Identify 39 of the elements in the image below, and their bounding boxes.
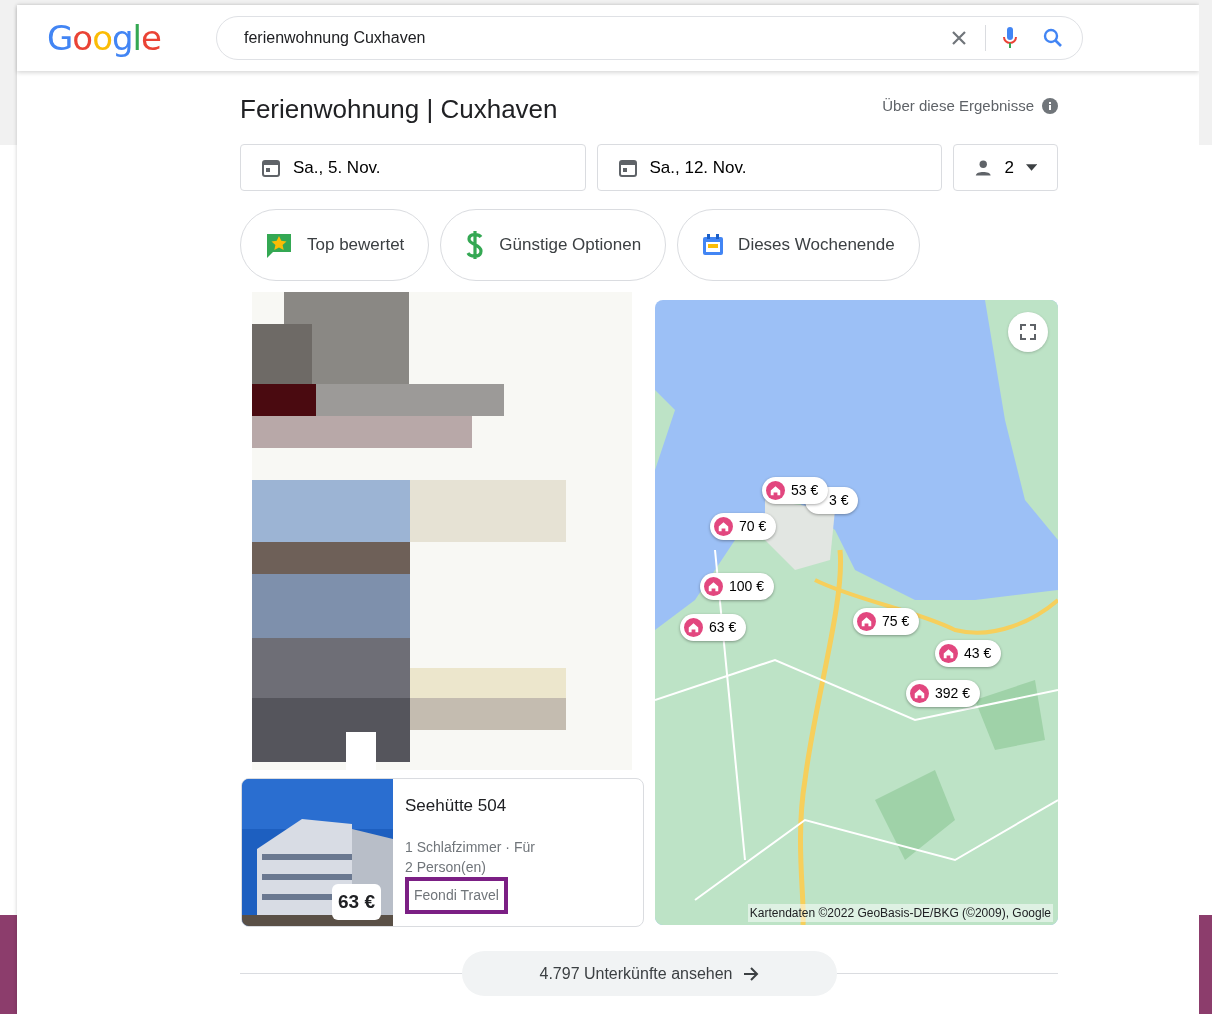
price-pin[interactable]: 392 € bbox=[906, 680, 981, 707]
house-icon bbox=[714, 517, 733, 536]
dollar-icon bbox=[465, 229, 486, 261]
results-title: Ferienwohnung | Cuxhaven bbox=[240, 94, 558, 126]
price-pin[interactable]: 100 € bbox=[700, 573, 775, 600]
search-input[interactable]: ferienwohnung Cuxhaven bbox=[242, 25, 945, 51]
filter-chip[interactable]: Dieses Wochenende bbox=[677, 209, 920, 281]
calendar-icon bbox=[702, 234, 725, 256]
provider-name: Feondi Travel bbox=[405, 876, 508, 914]
house-icon bbox=[910, 684, 929, 703]
price-pin[interactable]: 70 € bbox=[710, 513, 777, 540]
house-icon bbox=[766, 481, 785, 500]
house-icon bbox=[857, 612, 876, 631]
google-logo[interactable]: Google bbox=[47, 12, 216, 64]
about-results-link[interactable]: Über diese Ergebnisse bbox=[882, 95, 1034, 118]
price-pin[interactable]: 53 € bbox=[762, 477, 829, 504]
house-icon bbox=[939, 644, 958, 663]
price-pin[interactable]: 75 € bbox=[853, 608, 920, 635]
guests-dropdown[interactable]: 2 bbox=[953, 144, 1058, 191]
filter-chip[interactable]: Top bewertet bbox=[240, 209, 430, 281]
price-label: 63 € bbox=[332, 883, 381, 920]
more-results-button[interactable]: 4.797 Unterkünfte ansehen bbox=[461, 951, 837, 996]
filter-chip[interactable]: Günstige Optionen bbox=[440, 209, 667, 281]
listing-name: Seehütte 504 bbox=[405, 795, 507, 817]
listing-card[interactable]: 63 € Seehütte 504 1 Schlafzimmer · Für 2 Person(en) Feondi Travel bbox=[241, 778, 644, 927]
date-field[interactable]: Sa., 12. Nov. bbox=[596, 144, 942, 191]
price-pin[interactable]: 63 € bbox=[680, 614, 747, 641]
map-attribution: Kartendaten ©2022 GeoBasis-DE/BKG (©2009), Google bbox=[747, 904, 1053, 922]
house-icon bbox=[684, 618, 703, 637]
date-field[interactable]: Sa., 5. Nov. bbox=[240, 144, 586, 191]
listing-details: 1 Schlafzimmer · Für 2 Person(en) bbox=[405, 837, 536, 877]
info-icon[interactable] bbox=[1042, 98, 1058, 115]
star-flag-icon bbox=[265, 232, 293, 258]
price-pin[interactable]: 43 € bbox=[935, 640, 1002, 667]
arrow-right-icon bbox=[742, 966, 759, 981]
caret-icon bbox=[1025, 163, 1037, 172]
house-icon bbox=[704, 577, 723, 596]
calendar-icon bbox=[617, 157, 638, 178]
calendar-icon bbox=[261, 157, 281, 178]
